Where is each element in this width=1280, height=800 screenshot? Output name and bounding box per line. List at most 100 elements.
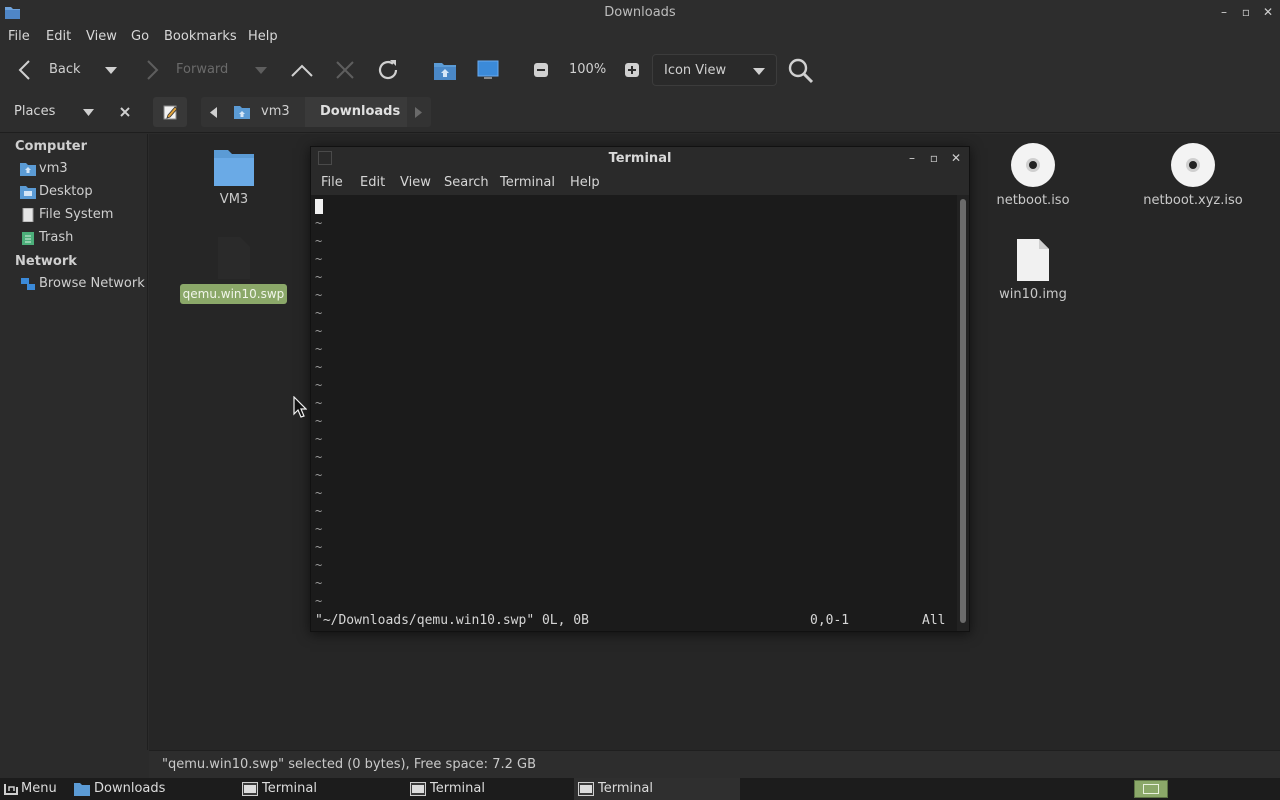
terminal-titlebar[interactable]: Terminal – ▫ ✕ bbox=[311, 147, 969, 171]
forward-history-dropdown[interactable] bbox=[254, 65, 268, 75]
file-name-selected[interactable]: qemu.win10.swp bbox=[180, 284, 287, 304]
terminal-menu-edit[interactable]: Edit bbox=[360, 175, 385, 190]
terminal-menu-search[interactable]: Search bbox=[444, 175, 489, 190]
vim-tilde: ~ bbox=[315, 450, 323, 464]
taskbar-item-terminal-2[interactable]: Terminal bbox=[406, 778, 572, 800]
status-text: "qemu.win10.swp" selected (0 bytes), Fre… bbox=[162, 757, 536, 772]
menu-file[interactable]: File bbox=[8, 29, 30, 44]
minimize-button[interactable]: – bbox=[1216, 4, 1232, 20]
taskbar-item-label: Terminal bbox=[430, 781, 485, 796]
menu-view[interactable]: View bbox=[86, 29, 117, 44]
workspace-icon bbox=[1143, 784, 1159, 794]
terminal-menu-file[interactable]: File bbox=[321, 175, 343, 190]
sidebar-item-desktop[interactable]: Desktop bbox=[20, 182, 148, 202]
breadcrumb-label: Downloads bbox=[320, 104, 401, 119]
vim-tilde: ~ bbox=[315, 522, 323, 536]
close-sidebar-icon[interactable] bbox=[119, 106, 131, 118]
back-label[interactable]: Back bbox=[49, 62, 81, 77]
terminal-minimize-button[interactable]: – bbox=[904, 150, 920, 166]
back-history-dropdown[interactable] bbox=[104, 65, 118, 75]
vim-tilde: ~ bbox=[315, 360, 323, 374]
sidebar-item-label: Desktop bbox=[39, 184, 93, 199]
terminal-menu-help[interactable]: Help bbox=[570, 175, 600, 190]
edit-location-button[interactable] bbox=[153, 97, 187, 127]
vim-tilde: ~ bbox=[315, 504, 323, 518]
sidebar-item-browse-network[interactable]: Browse Network bbox=[20, 274, 148, 294]
chevron-down-icon[interactable] bbox=[82, 108, 95, 117]
taskbar: Menu Downloads Terminal Terminal Termina… bbox=[0, 778, 1280, 800]
search-button[interactable] bbox=[787, 57, 815, 85]
computer-button[interactable] bbox=[476, 59, 500, 81]
view-mode-select[interactable]: Icon View bbox=[652, 54, 777, 86]
vim-tilde: ~ bbox=[315, 252, 323, 266]
breadcrumb-downloads[interactable]: Downloads bbox=[305, 97, 407, 127]
arrow-left-icon bbox=[18, 60, 30, 80]
file-item-qemu-win10-swp[interactable] bbox=[210, 236, 256, 282]
terminal-close-button[interactable]: ✕ bbox=[948, 150, 964, 166]
home-folder-icon bbox=[20, 163, 36, 176]
maximize-button[interactable]: ▫ bbox=[1238, 4, 1254, 20]
vim-tilde: ~ bbox=[315, 216, 323, 230]
view-mode-label: Icon View bbox=[664, 63, 727, 78]
vim-tilde: ~ bbox=[315, 234, 323, 248]
taskbar-item-terminal-3[interactable]: Terminal bbox=[574, 778, 740, 800]
sidebar-item-label: File System bbox=[39, 207, 114, 222]
menu-help[interactable]: Help bbox=[248, 29, 278, 44]
breadcrumb-scroll-left[interactable] bbox=[201, 97, 227, 127]
folder-icon bbox=[74, 783, 90, 796]
stop-button[interactable] bbox=[334, 59, 356, 81]
home-button[interactable] bbox=[433, 59, 457, 81]
file-item-netboot-xyz-iso[interactable]: netboot.xyz.iso bbox=[1143, 142, 1243, 212]
breadcrumb-scroll-right[interactable] bbox=[407, 97, 431, 127]
forward-label[interactable]: Forward bbox=[176, 62, 228, 77]
edit-icon bbox=[163, 105, 178, 120]
zoom-out-button[interactable] bbox=[533, 62, 549, 78]
zoom-in-icon bbox=[625, 63, 639, 77]
back-button[interactable] bbox=[14, 58, 36, 82]
taskbar-item-terminal-1[interactable]: Terminal bbox=[238, 778, 404, 800]
reload-button[interactable] bbox=[375, 57, 401, 83]
window-title: Downloads bbox=[604, 5, 676, 20]
terminal-window[interactable]: Terminal – ▫ ✕ File Edit View Search Ter… bbox=[310, 146, 970, 632]
file-item-win10-img[interactable]: win10.img bbox=[993, 238, 1073, 304]
terminal-menu-view[interactable]: View bbox=[400, 175, 431, 190]
status-bar: "qemu.win10.swp" selected (0 bytes), Fre… bbox=[149, 750, 1280, 778]
places-label: Places bbox=[14, 104, 56, 119]
network-icon bbox=[21, 278, 35, 290]
file-item-vm3[interactable]: VM3 bbox=[194, 144, 274, 210]
terminal-menu-terminal[interactable]: Terminal bbox=[500, 175, 555, 190]
up-button[interactable] bbox=[290, 59, 314, 81]
sidebar-item-label: Browse Network bbox=[39, 276, 145, 291]
sidebar-section-computer: Computer bbox=[15, 139, 88, 154]
chevron-down-icon bbox=[753, 68, 765, 75]
vim-tilde: ~ bbox=[315, 306, 323, 320]
menu-edit[interactable]: Edit bbox=[46, 29, 71, 44]
text-cursor bbox=[315, 199, 323, 214]
vim-cursor-position: 0,0-1 bbox=[810, 613, 850, 628]
taskbar-menu-button[interactable]: Menu bbox=[0, 778, 62, 800]
taskbar-item-label: Terminal bbox=[262, 781, 317, 796]
terminal-screen[interactable]: ~ ~ ~ ~ ~ ~ ~ ~ ~ ~ ~ ~ ~ ~ ~ ~ ~ ~ ~ ~ ~ ~ "~/Downloads/qemu… bbox=[311, 195, 957, 631]
sidebar-item-trash[interactable]: Trash bbox=[20, 228, 148, 248]
file-name: netboot.iso bbox=[996, 193, 1070, 208]
menu-go[interactable]: Go bbox=[131, 29, 149, 44]
vim-tilde: ~ bbox=[315, 288, 323, 302]
sidebar-item-vm3[interactable]: vm3 bbox=[20, 159, 148, 179]
file-name: win10.img bbox=[999, 287, 1067, 302]
window-titlebar[interactable]: Downloads – ▫ ✕ bbox=[0, 0, 1280, 25]
workspace-switcher[interactable] bbox=[1134, 780, 1168, 798]
close-button[interactable]: ✕ bbox=[1260, 4, 1276, 20]
vim-tilde: ~ bbox=[315, 324, 323, 338]
taskbar-item-downloads[interactable]: Downloads bbox=[70, 778, 236, 800]
terminal-maximize-button[interactable]: ▫ bbox=[926, 150, 942, 166]
menu-bookmarks[interactable]: Bookmarks bbox=[164, 29, 237, 44]
scrollbar-thumb[interactable] bbox=[960, 199, 966, 623]
file-item-netboot-iso[interactable]: netboot.iso bbox=[993, 142, 1073, 212]
chevron-right-icon bbox=[415, 107, 422, 118]
terminal-scrollbar[interactable] bbox=[957, 195, 969, 631]
breadcrumb-vm3[interactable]: vm3 bbox=[227, 97, 305, 127]
zoom-in-button[interactable] bbox=[624, 62, 640, 78]
forward-button[interactable] bbox=[142, 58, 164, 82]
sidebar-item-file-system[interactable]: File System bbox=[20, 205, 148, 225]
mint-menu-icon bbox=[4, 784, 18, 795]
